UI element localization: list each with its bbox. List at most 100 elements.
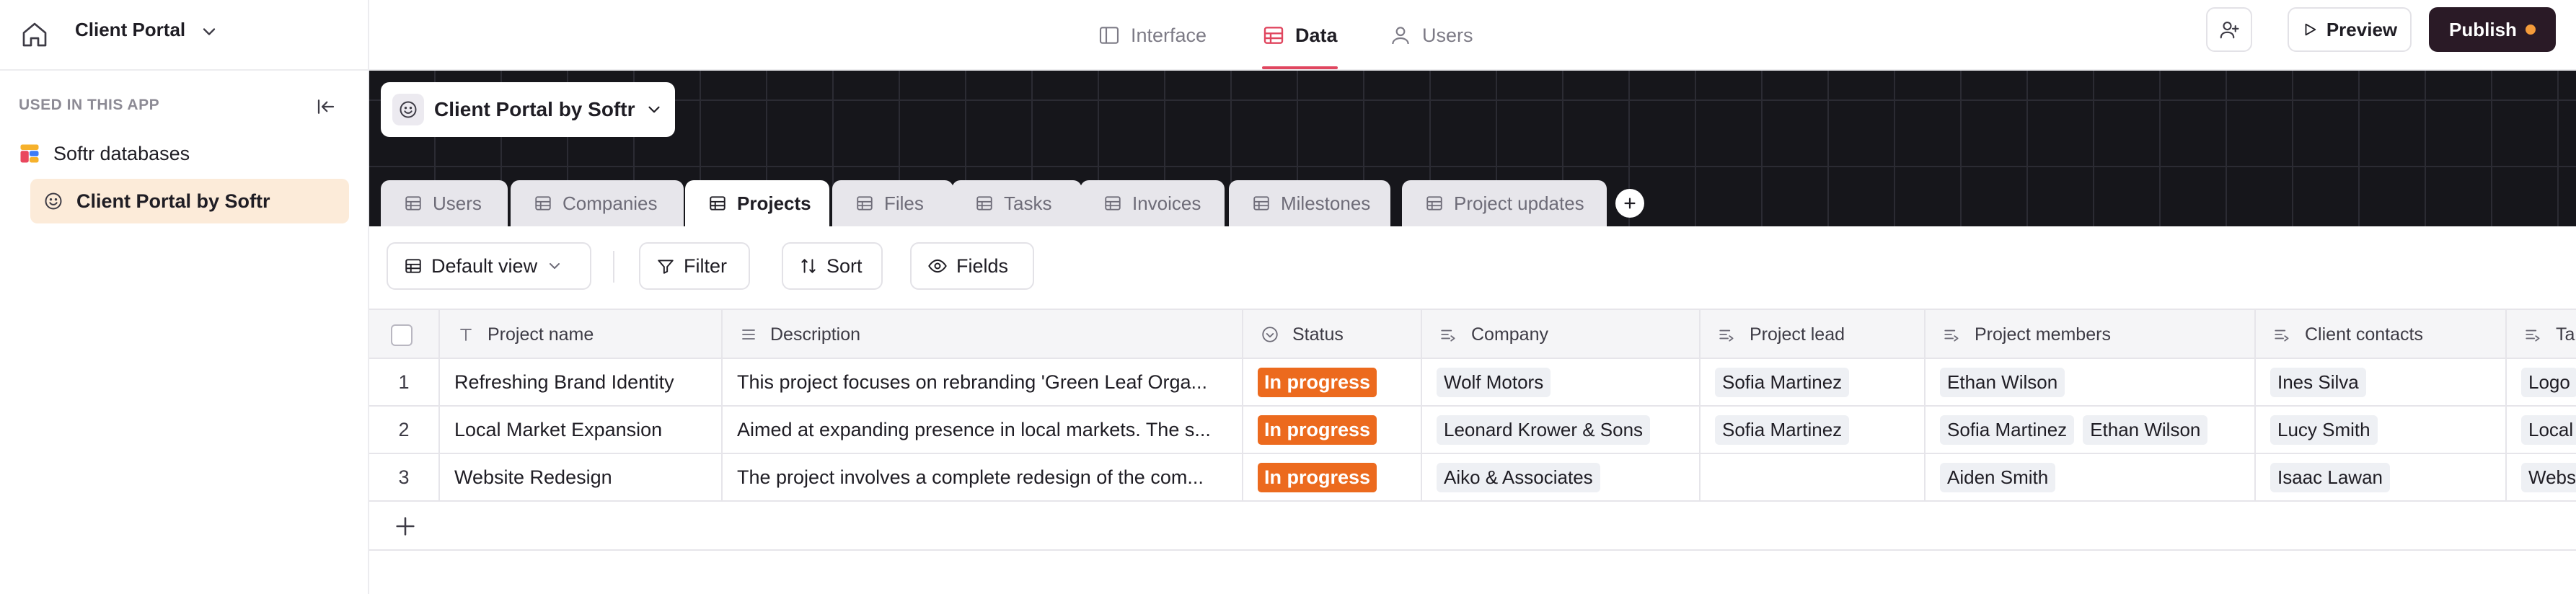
softr-logo-icon bbox=[19, 143, 40, 164]
column-label: Project lead bbox=[1750, 324, 1845, 345]
table-tab-projects[interactable]: Projects bbox=[685, 180, 829, 226]
table-tab-label: Milestones bbox=[1281, 192, 1371, 214]
status-cell[interactable]: In progress bbox=[1243, 454, 1422, 500]
tab-data[interactable]: Data bbox=[1262, 0, 1338, 71]
table-tab-tasks[interactable]: Tasks bbox=[952, 180, 1082, 226]
description: Aimed at expanding presence in local mar… bbox=[737, 418, 1211, 440]
project-name-cell[interactable]: Website Redesign bbox=[440, 454, 723, 500]
preview-button[interactable]: Preview bbox=[2288, 7, 2412, 52]
column-header-client-contacts[interactable]: Client contacts bbox=[2256, 310, 2507, 359]
view-label: Default view bbox=[431, 254, 538, 277]
sidebar: USED IN THIS APP Softr databases Client … bbox=[0, 71, 369, 594]
add-table-button[interactable] bbox=[1615, 189, 1644, 218]
eye-icon bbox=[927, 256, 948, 276]
table-icon bbox=[855, 194, 874, 213]
column-label: Company bbox=[1471, 324, 1548, 345]
column-header-project-name[interactable]: Project name bbox=[440, 310, 723, 359]
sidebar-item-softr-databases[interactable]: Softr databases bbox=[19, 131, 190, 176]
table-row[interactable]: 1 Refreshing Brand Identity This project… bbox=[369, 359, 2576, 407]
table-icon bbox=[1425, 194, 1444, 213]
view-selector[interactable]: Default view bbox=[387, 242, 591, 290]
project-lead-cell[interactable]: Sofia Martinez bbox=[1701, 359, 1926, 405]
project-lead-cell[interactable]: Sofia Martinez bbox=[1701, 407, 1926, 453]
invite-user-button[interactable] bbox=[2206, 7, 2252, 52]
client-contacts-cell[interactable]: Ines Silva bbox=[2256, 359, 2507, 405]
tab-users[interactable]: Users bbox=[1389, 0, 1473, 71]
table-icon bbox=[1252, 194, 1271, 213]
project-members-cell[interactable]: Ethan Wilson bbox=[1926, 359, 2256, 405]
home-button[interactable] bbox=[13, 13, 56, 56]
description-cell[interactable]: The project involves a complete redesign… bbox=[723, 454, 1243, 500]
table-icon bbox=[975, 194, 994, 213]
description-cell[interactable]: This project focuses on rebranding 'Gree… bbox=[723, 359, 1243, 405]
status-badge: In progress bbox=[1258, 462, 1377, 492]
project-name-cell[interactable]: Local Market Expansion bbox=[440, 407, 723, 453]
project-members-cell[interactable]: Aiden Smith bbox=[1926, 454, 2256, 500]
column-header-project-lead[interactable]: Project lead bbox=[1701, 310, 1926, 359]
tags-cell[interactable]: Logo bbox=[2507, 359, 2576, 405]
long-text-icon bbox=[740, 326, 757, 343]
publish-button[interactable]: Publish bbox=[2429, 7, 2556, 52]
fields-label: Fields bbox=[956, 254, 1009, 277]
client-contacts-cell[interactable]: Isaac Lawan bbox=[2256, 454, 2507, 500]
fields-button[interactable]: Fields bbox=[910, 242, 1034, 290]
project-members-cell[interactable]: Sofia Martinez Ethan Wilson bbox=[1926, 407, 2256, 453]
table-tab-users[interactable]: Users bbox=[381, 180, 508, 226]
tab-interface[interactable]: Interface bbox=[1098, 0, 1207, 71]
status-badge: In progress bbox=[1258, 415, 1377, 445]
tag-chip: Logo bbox=[2521, 367, 2576, 397]
description: The project involves a complete redesign… bbox=[737, 466, 1204, 488]
table-row[interactable]: 2 Local Market Expansion Aimed at expand… bbox=[369, 407, 2576, 454]
table-tab-files[interactable]: Files bbox=[832, 180, 953, 226]
sidebar-item-client-portal[interactable]: Client Portal by Softr bbox=[30, 179, 349, 223]
table-tab-project-updates[interactable]: Project updates bbox=[1402, 180, 1607, 226]
table-tab-companies[interactable]: Companies bbox=[511, 180, 684, 226]
column-header-company[interactable]: Company bbox=[1422, 310, 1701, 359]
chevron-down-icon[interactable] bbox=[199, 22, 219, 42]
company-cell[interactable]: Wolf Motors bbox=[1422, 359, 1701, 405]
filter-label: Filter bbox=[684, 254, 727, 277]
select-all-column bbox=[369, 310, 440, 359]
client-contacts-cell[interactable]: Lucy Smith bbox=[2256, 407, 2507, 453]
company-cell[interactable]: Aiko & Associates bbox=[1422, 454, 1701, 500]
preview-label: Preview bbox=[2326, 18, 2398, 40]
sidebar-heading: USED IN THIS APP bbox=[19, 97, 160, 113]
company-cell[interactable]: Leonard Krower & Sons bbox=[1422, 407, 1701, 453]
sort-button[interactable]: Sort bbox=[782, 242, 883, 290]
smiley-icon bbox=[392, 94, 424, 125]
tags-cell[interactable]: Local bbox=[2507, 407, 2576, 453]
member-chip: Ethan Wilson bbox=[1940, 367, 2065, 397]
linked-record-icon bbox=[1439, 325, 1458, 344]
contact-chip: Lucy Smith bbox=[2270, 415, 2378, 445]
divider bbox=[369, 549, 2576, 551]
table-row[interactable]: 3 Website Redesign The project involves … bbox=[369, 454, 2576, 502]
add-row-button[interactable] bbox=[391, 512, 420, 541]
project-name-cell[interactable]: Refreshing Brand Identity bbox=[440, 359, 723, 405]
column-label: Status bbox=[1292, 324, 1344, 345]
column-header-tags[interactable]: Ta bbox=[2507, 310, 2576, 359]
table-tab-label: Projects bbox=[737, 192, 811, 214]
filter-icon bbox=[656, 257, 675, 275]
column-header-status[interactable]: Status bbox=[1243, 310, 1422, 359]
column-header-project-members[interactable]: Project members bbox=[1926, 310, 2256, 359]
status-cell[interactable]: In progress bbox=[1243, 359, 1422, 405]
table-tab-invoices[interactable]: Invoices bbox=[1080, 180, 1225, 226]
database-picker[interactable]: Client Portal by Softr bbox=[381, 82, 675, 137]
play-icon bbox=[2302, 22, 2318, 37]
table-tab-milestones[interactable]: Milestones bbox=[1229, 180, 1390, 226]
select-all-checkbox[interactable] bbox=[391, 324, 413, 346]
divider bbox=[368, 0, 369, 71]
column-header-description[interactable]: Description bbox=[723, 310, 1243, 359]
app-name[interactable]: Client Portal bbox=[75, 19, 185, 41]
tags-cell[interactable]: Webs bbox=[2507, 454, 2576, 500]
description-cell[interactable]: Aimed at expanding presence in local mar… bbox=[723, 407, 1243, 453]
project-lead-cell[interactable] bbox=[1701, 454, 1926, 500]
filter-button[interactable]: Filter bbox=[639, 242, 750, 290]
table-icon bbox=[1103, 194, 1122, 213]
sidebar-item-label: Softr databases bbox=[53, 142, 190, 164]
tab-users-label: Users bbox=[1422, 24, 1473, 46]
table-tab-label: Tasks bbox=[1004, 192, 1052, 214]
status-cell[interactable]: In progress bbox=[1243, 407, 1422, 453]
collapse-sidebar-button[interactable] bbox=[312, 92, 340, 121]
linked-record-icon bbox=[2273, 325, 2292, 344]
